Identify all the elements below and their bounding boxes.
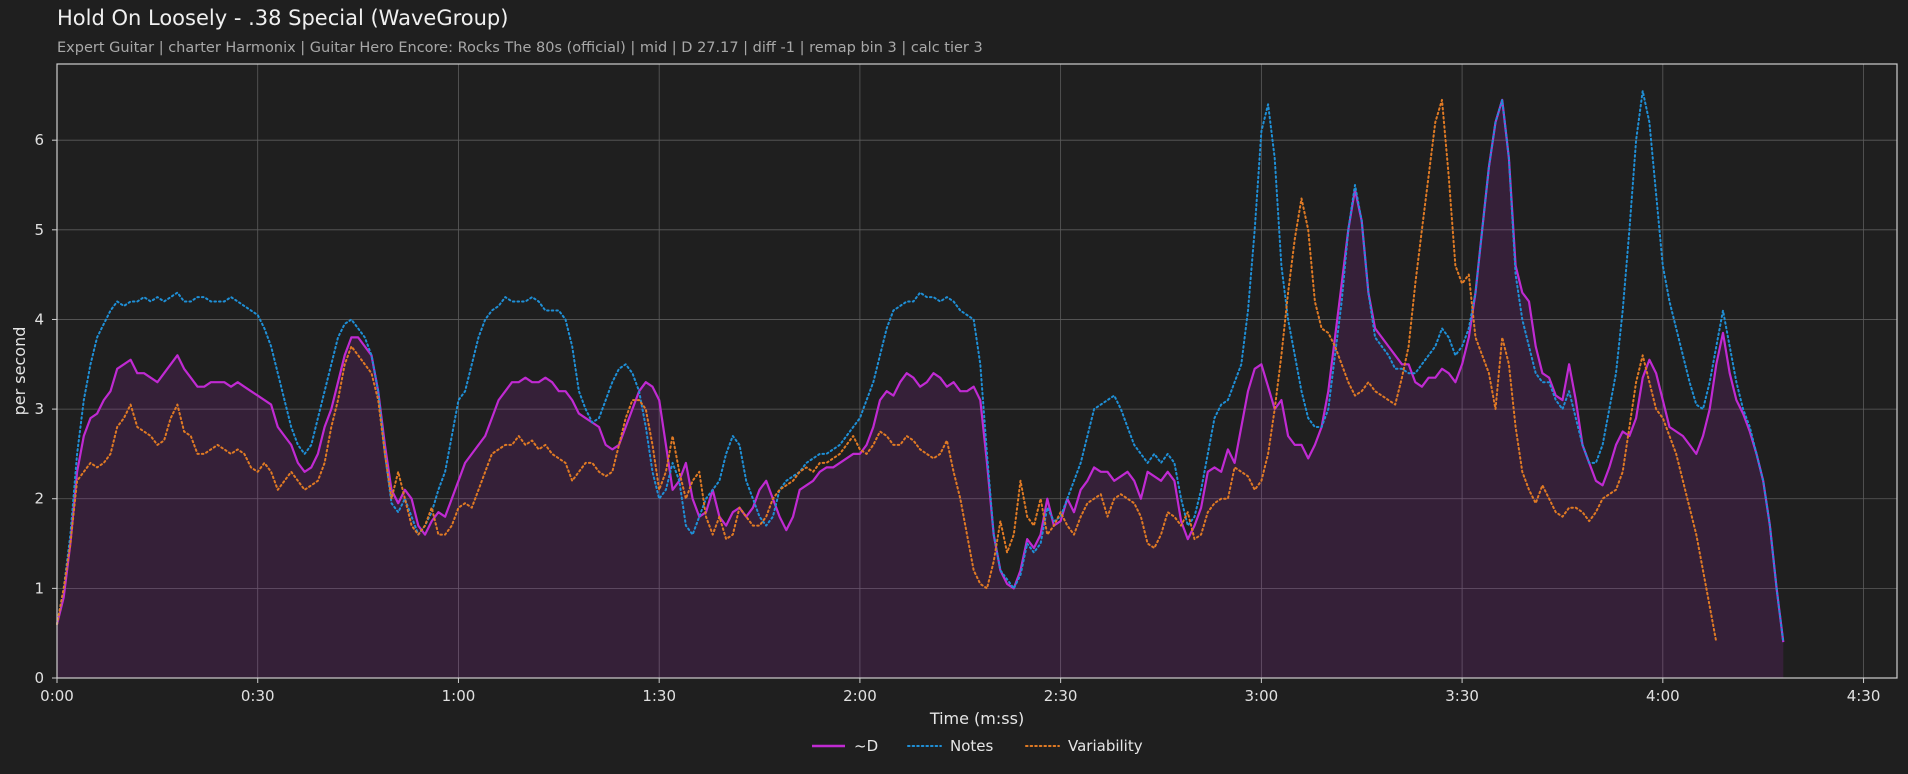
x-tick-label: 0:30 — [241, 687, 275, 705]
x-axis-ticks: 0:00 0:30 1:00 1:30 2:00 2:30 3:00 3:30 4:00 4:30 — [40, 678, 1880, 705]
y-axis-ticks: 0 1 2 3 4 5 6 — [34, 131, 57, 687]
legend-label: Notes — [950, 737, 994, 755]
series-areas — [57, 99, 1784, 678]
y-tick-label: 0 — [34, 669, 44, 687]
y-tick-label: 1 — [34, 579, 44, 597]
x-tick-label: 3:00 — [1245, 687, 1279, 705]
x-tick-label: 1:30 — [642, 687, 676, 705]
y-tick-label: 5 — [34, 221, 44, 239]
x-tick-label: 3:30 — [1445, 687, 1479, 705]
x-tick-label: 4:30 — [1847, 687, 1881, 705]
y-tick-label: 6 — [34, 131, 44, 149]
y-axis-label: per second — [10, 327, 29, 416]
x-tick-label: 2:30 — [1044, 687, 1078, 705]
x-tick-label: 1:00 — [442, 687, 476, 705]
x-tick-label: 4:00 — [1646, 687, 1680, 705]
chart-svg: 0:00 0:30 1:00 1:30 2:00 2:30 3:00 3:30 4:00 4:30… — [10, 63, 1898, 755]
y-tick-label: 2 — [34, 490, 44, 508]
y-tick-label: 3 — [34, 400, 44, 418]
x-axis-label: Time (m:ss) — [929, 709, 1024, 728]
series-area-0 — [57, 99, 1784, 678]
x-tick-label: 0:00 — [40, 687, 74, 705]
x-tick-label: 2:00 — [843, 687, 877, 705]
y-tick-label: 4 — [34, 310, 44, 328]
legend: ~D Notes Variability — [812, 737, 1143, 755]
legend-label: ~D — [854, 737, 878, 755]
legend-label: Variability — [1068, 737, 1143, 755]
